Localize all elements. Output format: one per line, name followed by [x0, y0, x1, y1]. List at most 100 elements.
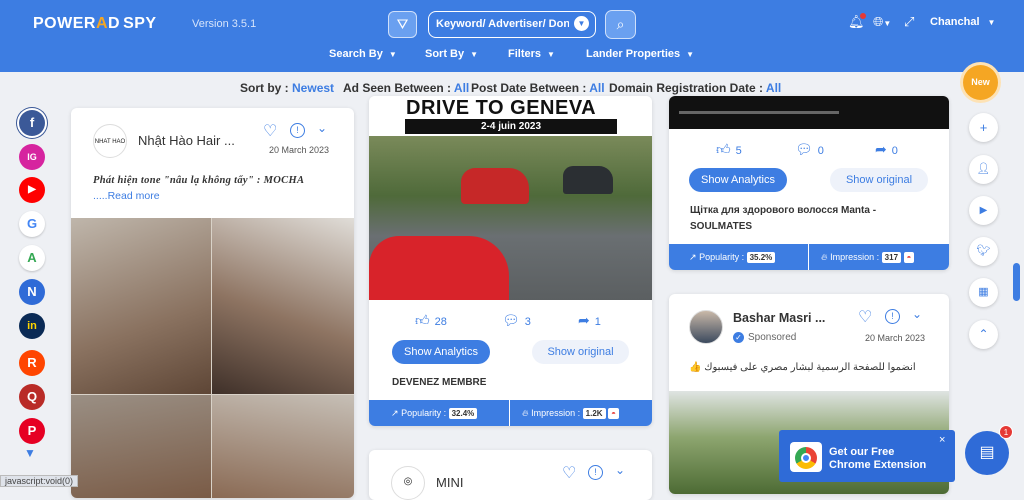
popularity-stat: ↗ Popularity : 35.2% [689, 244, 776, 270]
search-button[interactable]: ⌕ [605, 10, 636, 39]
calendar-icon[interactable]: ▦ [969, 278, 998, 307]
shares-count: ➦ 0 [875, 141, 898, 157]
twitter-icon[interactable]: 🐦︎ [969, 237, 998, 266]
youtube-platform-icon[interactable]: ▶ [19, 177, 45, 203]
page-scrollbar-thumb[interactable] [1013, 263, 1020, 301]
ad-text: Phát hiện tone "nâu lạ không tẩy" : MOCH… [93, 175, 305, 186]
scroll-up-icon[interactable]: ⌃ [969, 320, 998, 349]
likes-count: 👍︎ 28 [415, 312, 447, 328]
info-icon[interactable]: ! [588, 465, 603, 480]
sidebar-scroll-down-icon[interactable]: ▼ [24, 446, 36, 460]
cta-label: DEVENEZ MEMBRE [392, 377, 487, 388]
extension-line-1: Get our Free [829, 446, 895, 458]
comment-icon: 💬︎ [502, 312, 520, 328]
favorite-heart-icon[interactable]: ♡ [858, 307, 872, 327]
version-label: Version 3.5.1 [192, 18, 257, 30]
shares-count: ➦ 1 [578, 312, 601, 328]
ad-card-drive-to-geneva[interactable]: DRIVE TO GENEVA 2-4 juin 2023 👍︎ 28 💬︎ 3 ➦… [369, 96, 652, 426]
pinterest-platform-icon[interactable]: P [19, 418, 45, 444]
ad-text-line-2: SOULMATES [690, 221, 753, 232]
flame-icon: 🔥︎ [821, 252, 828, 262]
post-date-filter[interactable]: Post Date Between : All [471, 81, 605, 95]
impression-stat: 🔥︎ Impression : 1.2K ◓ [522, 400, 619, 426]
popularity-stat: ↗ Popularity : 32.4% [391, 400, 478, 426]
youtube-icon[interactable]: ▶ [969, 196, 998, 225]
search-icon: ⌕ [616, 16, 625, 32]
stats-bar: ↗ Popularity : 32.4% 🔥︎ Impression : 1.2… [369, 400, 652, 426]
domain-registration-filter[interactable]: Domain Registration Date : All [609, 81, 781, 95]
show-original-button[interactable]: Show original [830, 168, 928, 192]
add-user-icon[interactable]: 👤︎ [969, 155, 998, 184]
ad-card-nhat-hao[interactable]: NHAT HAO Nhật Hào Hair ... ♡ ! ⌄ 20 Marc… [71, 108, 354, 498]
menu-lander-properties[interactable]: Lander Properties ▼ [586, 48, 694, 60]
extension-line-2: Chrome Extension [829, 459, 927, 471]
search-input[interactable] [429, 12, 569, 36]
ad-image-sports-cars[interactable]: DRIVE TO GENEVA 2-4 juin 2023 [369, 96, 652, 300]
close-icon[interactable]: × [939, 434, 945, 446]
sponsored-label: ✓ Sponsored [733, 332, 796, 343]
sort-by-filter[interactable]: Sort by : Newest [240, 81, 334, 95]
thumbs-up-icon: 👍︎ [415, 312, 430, 328]
ad-image-hairstyles[interactable] [71, 218, 354, 498]
filter-toggle-button[interactable]: ⛛ [388, 11, 417, 38]
search-box[interactable]: ▼ [428, 11, 596, 38]
verified-check-icon: ✓ [733, 332, 744, 343]
ad-video-thumbnail[interactable] [669, 96, 949, 129]
new-badge-button[interactable]: New [963, 65, 998, 100]
show-analytics-button[interactable]: Show Analytics [689, 168, 787, 192]
show-original-button[interactable]: Show original [532, 340, 629, 364]
facebook-platform-icon[interactable]: f [19, 110, 45, 136]
advertiser-name[interactable]: Bashar Masri ... [733, 311, 825, 325]
ad-seen-filter[interactable]: Ad Seen Between : All [343, 81, 469, 95]
ad-text-line-1: Щітка для здорового волосся Manta - [690, 205, 877, 216]
comment-icon: 💬︎ [795, 141, 813, 157]
ad-card-mini[interactable]: ◎ MINI ♡ ! ⌄ [369, 450, 652, 500]
notification-dot [860, 13, 866, 19]
instagram-platform-icon[interactable]: IG [19, 144, 45, 170]
menu-sort-by[interactable]: Sort By ▼ [425, 48, 478, 60]
reddit-platform-icon[interactable]: R [19, 350, 45, 376]
stats-bar: ↗ Popularity : 35.2% 🔥︎ Impression : 317… [669, 244, 949, 270]
banner-date: 2-4 juin 2023 [405, 119, 617, 134]
search-type-dropdown-icon[interactable]: ▼ [574, 16, 589, 31]
favorite-heart-icon[interactable]: ♡ [562, 463, 576, 483]
post-date: 20 March 2023 [865, 333, 926, 343]
info-icon[interactable]: ! [885, 309, 900, 324]
share-icon: ➦ [578, 312, 590, 328]
trend-icon: ↗ [391, 408, 399, 418]
red-car-shape [369, 236, 509, 300]
thumbs-up-icon: 👍︎ [716, 141, 731, 157]
menu-filters[interactable]: Filters ▼ [508, 48, 555, 60]
linkedin-platform-icon[interactable]: in [19, 313, 45, 339]
chat-icon: ▤ [979, 444, 995, 461]
favorite-heart-icon[interactable]: ♡ [263, 121, 277, 141]
native-platform-icon[interactable]: N [19, 279, 45, 305]
post-date: 20 March 2023 [269, 145, 330, 155]
language-globe-icon[interactable]: 🌐︎▼ [873, 14, 891, 30]
fullscreen-expand-icon[interactable]: ⤢ [904, 14, 914, 30]
ad-card-manta-brush[interactable]: 👍︎ 5 💬︎ 0 ➦ 0 Show Analytics Show original … [669, 96, 949, 270]
menu-search-by[interactable]: Search By ▼ [329, 48, 397, 60]
expand-chevron-icon[interactable]: ⌄ [912, 307, 922, 321]
comments-count: 💬︎ 3 [502, 312, 531, 328]
banner-title: DRIVE TO GENEVA [406, 97, 597, 119]
expand-chevron-icon[interactable]: ⌄ [317, 121, 327, 135]
quora-platform-icon[interactable]: Q [19, 384, 45, 410]
filter-icon: ⛛ [396, 16, 409, 32]
chrome-icon [790, 442, 822, 472]
chat-notification-badge: 1 [999, 425, 1013, 439]
poweradspy-logo[interactable]: POWERAD SPY [33, 15, 157, 33]
read-more-link[interactable]: .....Read more [93, 190, 160, 202]
advertiser-name[interactable]: Nhật Hào Hair ... [138, 133, 235, 148]
chrome-extension-banner[interactable]: Get our Free Chrome Extension × [779, 430, 955, 482]
advertiser-avatar [689, 310, 723, 344]
dark-car-shape [563, 166, 613, 194]
info-icon[interactable]: ! [290, 123, 305, 138]
show-analytics-button[interactable]: Show Analytics [392, 340, 490, 364]
expand-chevron-icon[interactable]: ⌄ [615, 463, 625, 477]
google-ads-platform-icon[interactable]: A [19, 245, 45, 271]
add-icon[interactable]: + [969, 113, 998, 142]
advertiser-name[interactable]: MINI [436, 475, 463, 490]
google-platform-icon[interactable]: G [19, 211, 45, 237]
user-menu[interactable]: Chanchal ▼ [930, 16, 995, 28]
